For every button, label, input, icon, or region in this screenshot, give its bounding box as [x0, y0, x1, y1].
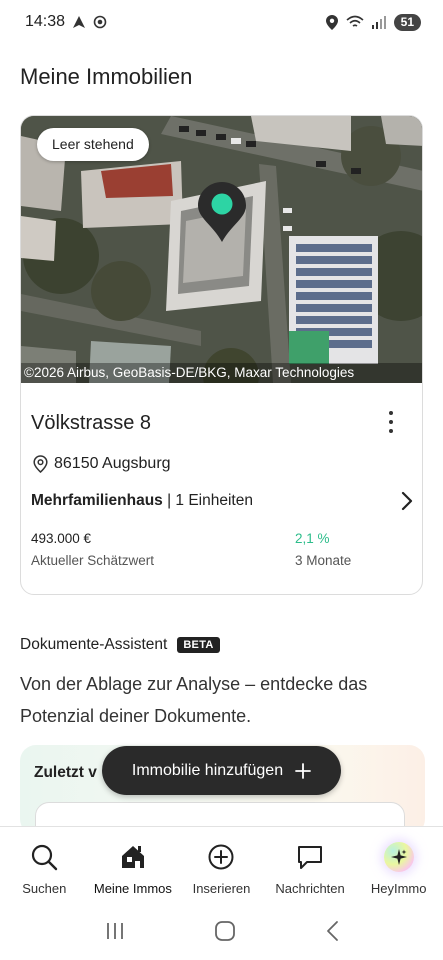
location-text: 86150 Augsburg	[54, 455, 171, 472]
nav-item-search[interactable]: Suchen	[0, 827, 89, 902]
nav-label-heyimmo: HeyImmo	[370, 881, 427, 896]
satellite-map[interactable]: Leer stehend ©2026 Airbus, GeoBasis-DE/B…	[21, 116, 422, 383]
add-property-button[interactable]: Immobilie hinzufügen	[102, 746, 341, 795]
plus-icon	[295, 762, 311, 779]
value-change-period: 3 Monate	[295, 553, 352, 568]
navigation-icon	[73, 16, 86, 28]
signal-icon	[371, 15, 386, 29]
estimated-value-label: Aktueller Schätzwert	[31, 553, 155, 568]
sparkle-icon	[383, 842, 414, 872]
chat-icon	[295, 842, 325, 872]
recent-documents-label: Zuletzt v	[34, 764, 97, 781]
nav-label-publish: Inserieren	[192, 881, 251, 896]
documents-title: Dokumente-Assistent	[20, 636, 168, 653]
property-type-row[interactable]: Mehrfamilienhaus | 1 Einheiten	[31, 490, 414, 512]
battery-indicator: 51	[393, 13, 421, 31]
location-pin-icon	[33, 455, 48, 473]
value-change-stat: 2,1 % 3 Monate	[295, 531, 351, 568]
map-pin-icon	[198, 182, 246, 242]
property-location: 86150 Augsburg	[33, 455, 171, 473]
more-options-button[interactable]	[384, 411, 398, 433]
status-left: 14:38	[25, 13, 107, 31]
nav-item-publish[interactable]: Inserieren	[177, 827, 266, 902]
property-card[interactable]: Leer stehend ©2026 Airbus, GeoBasis-DE/B…	[20, 115, 423, 595]
system-navigation-bar	[0, 902, 443, 960]
documents-description: Von der Ablage zur Analyse – entdecke da…	[20, 674, 368, 726]
wifi-icon	[346, 15, 364, 27]
nav-label-search: Suchen	[22, 881, 67, 896]
bottom-navigation: Suchen Meine Immos Inserieren Nachrichte…	[0, 826, 443, 902]
property-type-name: Mehrfamilienhaus	[31, 492, 163, 509]
add-circle-icon	[206, 842, 236, 872]
nav-item-my-properties[interactable]: Meine Immos	[89, 827, 178, 902]
status-bar: 14:38 51	[0, 0, 443, 44]
status-chip: Leer stehend	[37, 128, 149, 161]
location-icon	[325, 14, 338, 30]
back-icon[interactable]	[325, 920, 339, 942]
home-icon	[118, 842, 148, 872]
clock: 14:38	[25, 13, 66, 30]
recent-apps-icon[interactable]	[105, 922, 125, 940]
estimated-value: 493.000 €	[31, 531, 92, 546]
type-divider: |	[162, 492, 176, 509]
nav-label-messages: Nachrichten	[275, 881, 345, 896]
beta-badge: BETA	[177, 637, 220, 653]
property-type: Mehrfamilienhaus | 1 Einheiten	[31, 492, 253, 510]
nav-item-heyimmo[interactable]: HeyImmo	[354, 827, 443, 902]
nav-item-messages[interactable]: Nachrichten	[266, 827, 355, 902]
documents-header: Dokumente-Assistent BETA	[20, 636, 220, 654]
status-right: 51	[325, 13, 421, 31]
target-icon	[93, 15, 107, 29]
estimated-value-stat: 493.000 € Aktueller Schätzwert	[31, 531, 154, 568]
property-units: 1 Einheiten	[175, 492, 253, 509]
value-change: 2,1 %	[295, 531, 330, 546]
search-icon	[29, 842, 59, 872]
home-button-icon[interactable]	[214, 920, 236, 942]
map-credit: ©2026 Airbus, GeoBasis-DE/BKG, Maxar Tec…	[21, 363, 422, 383]
add-property-label: Immobilie hinzufügen	[131, 761, 284, 779]
chevron-right-icon[interactable]	[400, 490, 414, 512]
property-title: Völkstrasse 8	[31, 412, 152, 434]
page-title: Meine Immobilien	[20, 64, 193, 89]
nav-label-my-properties: Meine Immos	[93, 881, 172, 896]
